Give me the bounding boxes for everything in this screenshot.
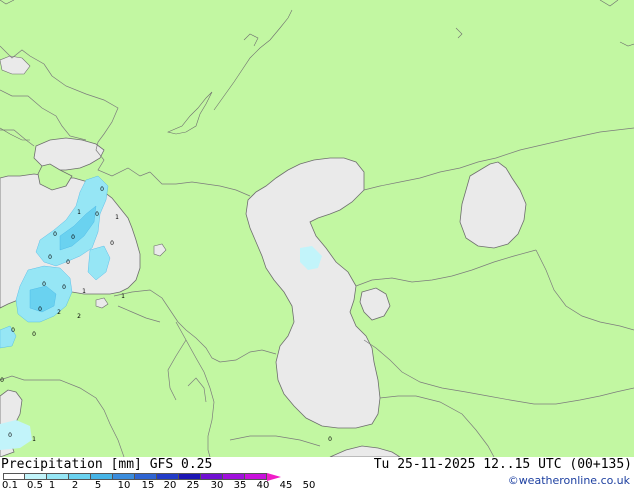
- precip-value-label: 0: [62, 284, 66, 291]
- precip-value-label: 1: [121, 293, 125, 300]
- precip-value-label: 0: [0, 377, 4, 384]
- precip-value-label: 0: [42, 281, 46, 288]
- precip-value-label: 0: [71, 234, 75, 241]
- legend-title: Precipitation [mm] GFS 0.25: [1, 457, 213, 472]
- precip-value-label: 0: [95, 211, 99, 218]
- scale-swatch: [223, 473, 245, 480]
- northern-coastlines: [0, 0, 634, 141]
- precip-value-label: 1: [115, 214, 119, 221]
- precip-value-label: 0: [32, 331, 36, 338]
- scale-swatch: [25, 473, 47, 480]
- precip-value-label: 1: [77, 209, 81, 216]
- precip-value-label: 0: [48, 254, 52, 261]
- precip-value-label: 2: [57, 309, 61, 316]
- valid-time: Tu 25-11-2025 12..15 UTC (00+135): [373, 457, 632, 472]
- lake-sevan: [153, 243, 167, 257]
- scale-swatch: [179, 473, 201, 480]
- lake-van: [95, 297, 109, 309]
- precip-value-label: 1: [32, 436, 36, 443]
- map-footer: Precipitation [mm] GFS 0.25 Tu 25-11-202…: [0, 457, 634, 491]
- aral-sea: [459, 161, 527, 249]
- precip-value-label: 1: [82, 288, 86, 295]
- precip-value-label: 0: [38, 306, 42, 313]
- weather-map: 0 1 0 1 0 0 0 0 0 0 0 1 1 0 2 2 0 0 0 0 1 0: [0, 0, 634, 457]
- precip-value-label: 0: [100, 186, 104, 193]
- scale-swatch: [69, 473, 91, 480]
- precip-value-label: 0: [53, 231, 57, 238]
- precip-value-label: 0: [328, 436, 332, 443]
- scale-swatch: [47, 473, 69, 480]
- lake-north: [0, 55, 31, 75]
- precip-value-label: 0: [11, 327, 15, 334]
- scale-swatch: [135, 473, 157, 480]
- precip-value-label: 0: [8, 432, 12, 439]
- scale-swatch: [113, 473, 135, 480]
- precip-value-label: 2: [77, 313, 81, 320]
- scale-swatch: [157, 473, 179, 480]
- gulf: [329, 445, 401, 457]
- scale-swatch: [3, 473, 25, 480]
- precip-value-label: 0: [110, 240, 114, 247]
- scale-swatch: [201, 473, 223, 480]
- scale-swatch: [245, 473, 267, 480]
- caspian-sea: [245, 157, 381, 429]
- precip-value-label: 0: [66, 259, 70, 266]
- credit-link[interactable]: ©weatheronline.co.uk: [508, 474, 630, 488]
- kara-bogaz-gol: [359, 287, 391, 321]
- scale-swatch: [91, 473, 113, 480]
- precip-color-scale: [3, 472, 281, 481]
